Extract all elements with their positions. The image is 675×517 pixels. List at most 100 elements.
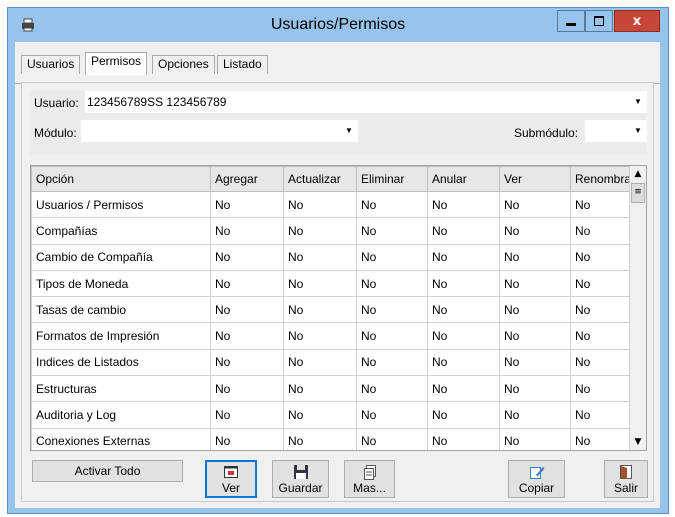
chevron-down-icon[interactable]: ▼ bbox=[342, 120, 356, 142]
cell-eliminar[interactable]: No bbox=[356, 217, 428, 245]
tab-listado[interactable]: Listado bbox=[217, 55, 268, 74]
col-header-opcion[interactable]: Opción bbox=[31, 166, 211, 192]
col-header-eliminar[interactable]: Eliminar bbox=[356, 166, 428, 192]
cell-agregar[interactable]: No bbox=[210, 217, 284, 245]
cell-opcion[interactable]: Auditoria y Log bbox=[31, 401, 211, 429]
col-header-ver[interactable]: Ver bbox=[499, 166, 571, 192]
vertical-scrollbar[interactable]: ▲ ≡ ▼ bbox=[629, 166, 646, 450]
tab-usuarios[interactable]: Usuarios bbox=[21, 55, 81, 74]
table-row[interactable]: Formatos de Impresión No No No No No No bbox=[31, 322, 640, 350]
cell-eliminar[interactable]: No bbox=[356, 296, 428, 324]
table-row[interactable]: Tasas de cambio No No No No No No bbox=[31, 296, 640, 324]
cell-agregar[interactable]: No bbox=[210, 243, 284, 271]
cell-ver[interactable]: No bbox=[499, 243, 571, 271]
cell-ver[interactable]: No bbox=[499, 322, 571, 350]
mas-button[interactable]: Mas... bbox=[344, 460, 395, 498]
cell-ver[interactable]: No bbox=[499, 217, 571, 245]
cell-ver[interactable]: No bbox=[499, 190, 571, 219]
cell-agregar[interactable]: No bbox=[210, 348, 284, 377]
cell-opcion[interactable]: Tasas de cambio bbox=[31, 296, 211, 324]
chevron-down-icon[interactable]: ▼ bbox=[631, 91, 645, 113]
tab-opciones[interactable]: Opciones bbox=[152, 55, 215, 74]
scroll-thumb[interactable]: ≡ bbox=[631, 183, 645, 203]
scroll-down-icon[interactable]: ▼ bbox=[630, 434, 646, 450]
guardar-button[interactable]: Guardar bbox=[272, 460, 329, 498]
cell-opcion[interactable]: Compañías bbox=[31, 217, 211, 245]
chevron-down-icon[interactable]: ▼ bbox=[631, 120, 645, 142]
cell-opcion[interactable]: Estructuras bbox=[31, 375, 211, 403]
minimize-button[interactable] bbox=[557, 10, 585, 32]
cell-opcion[interactable]: Formatos de Impresión bbox=[31, 322, 211, 350]
cell-eliminar[interactable]: No bbox=[356, 427, 428, 450]
cell-opcion[interactable]: Cambio de Compañía bbox=[31, 243, 211, 271]
scroll-up-icon[interactable]: ▲ bbox=[630, 166, 646, 182]
activar-todo-button[interactable]: Activar Todo bbox=[32, 460, 183, 482]
submodulo-combo[interactable]: ▼ bbox=[585, 120, 647, 142]
table-row[interactable]: Usuarios / Permisos No No No No No No bbox=[31, 190, 640, 219]
title-bar[interactable]: Usuarios/Permisos x bbox=[8, 8, 668, 42]
ver-button[interactable]: Ver bbox=[205, 460, 257, 498]
usuario-combo[interactable]: 123456789SS 123456789 ▼ bbox=[85, 91, 647, 113]
cell-ver[interactable]: No bbox=[499, 348, 571, 377]
cell-eliminar[interactable]: No bbox=[356, 401, 428, 429]
cell-agregar[interactable]: No bbox=[210, 190, 284, 219]
cell-actualizar[interactable]: No bbox=[283, 375, 357, 403]
cell-anular[interactable]: No bbox=[427, 269, 500, 298]
table-row[interactable]: Tipos de Moneda No No No No No No bbox=[31, 269, 640, 298]
cell-anular[interactable]: No bbox=[427, 375, 500, 403]
cell-eliminar[interactable]: No bbox=[356, 348, 428, 377]
cell-opcion[interactable]: Usuarios / Permisos bbox=[31, 190, 211, 219]
copiar-button[interactable]: Copiar bbox=[508, 460, 565, 498]
cell-anular[interactable]: No bbox=[427, 190, 500, 219]
cell-anular[interactable]: No bbox=[427, 296, 500, 324]
cell-actualizar[interactable]: No bbox=[283, 269, 357, 298]
cell-ver[interactable]: No bbox=[499, 375, 571, 403]
cell-ver[interactable]: No bbox=[499, 296, 571, 324]
cell-actualizar[interactable]: No bbox=[283, 190, 357, 219]
maximize-button[interactable] bbox=[585, 10, 613, 32]
cell-agregar[interactable]: No bbox=[210, 427, 284, 450]
cell-anular[interactable]: No bbox=[427, 401, 500, 429]
cell-opcion[interactable]: Tipos de Moneda bbox=[31, 269, 211, 298]
table-row[interactable]: Indices de Listados No No No No No No bbox=[31, 348, 640, 377]
cell-opcion[interactable]: Conexiones Externas bbox=[31, 427, 211, 450]
cell-eliminar[interactable]: No bbox=[356, 322, 428, 350]
col-header-anular[interactable]: Anular bbox=[427, 166, 500, 192]
cell-eliminar[interactable]: No bbox=[356, 375, 428, 403]
salir-button[interactable]: Salir bbox=[604, 460, 648, 498]
cell-anular[interactable]: No bbox=[427, 427, 500, 450]
cell-eliminar[interactable]: No bbox=[356, 243, 428, 271]
cell-actualizar[interactable]: No bbox=[283, 401, 357, 429]
cell-agregar[interactable]: No bbox=[210, 375, 284, 403]
close-button[interactable]: x bbox=[614, 10, 660, 32]
cell-eliminar[interactable]: No bbox=[356, 190, 428, 219]
cell-ver[interactable]: No bbox=[499, 427, 571, 450]
cell-actualizar[interactable]: No bbox=[283, 322, 357, 350]
modulo-combo[interactable]: ▼ bbox=[81, 120, 358, 142]
cell-anular[interactable]: No bbox=[427, 217, 500, 245]
cell-ver[interactable]: No bbox=[499, 269, 571, 298]
col-header-actualizar[interactable]: Actualizar bbox=[283, 166, 357, 192]
table-row[interactable]: Auditoria y Log No No No No No No bbox=[31, 401, 640, 429]
cell-actualizar[interactable]: No bbox=[283, 348, 357, 377]
cell-anular[interactable]: No bbox=[427, 348, 500, 377]
table-row[interactable]: Estructuras No No No No No No bbox=[31, 375, 640, 403]
cell-eliminar[interactable]: No bbox=[356, 269, 428, 298]
cell-agregar[interactable]: No bbox=[210, 401, 284, 429]
cell-agregar[interactable]: No bbox=[210, 296, 284, 324]
cell-agregar[interactable]: No bbox=[210, 269, 284, 298]
cell-ver[interactable]: No bbox=[499, 401, 571, 429]
cell-anular[interactable]: No bbox=[427, 322, 500, 350]
table-row[interactable]: Compañías No No No No No No bbox=[31, 217, 640, 245]
tab-permisos[interactable]: Permisos bbox=[85, 52, 148, 75]
cell-actualizar[interactable]: No bbox=[283, 243, 357, 271]
cell-anular[interactable]: No bbox=[427, 243, 500, 271]
permissions-grid[interactable]: Opción Agregar Actualizar Eliminar Anula… bbox=[30, 165, 647, 451]
cell-agregar[interactable]: No bbox=[210, 322, 284, 350]
col-header-agregar[interactable]: Agregar bbox=[210, 166, 284, 192]
cell-actualizar[interactable]: No bbox=[283, 296, 357, 324]
cell-actualizar[interactable]: No bbox=[283, 217, 357, 245]
cell-actualizar[interactable]: No bbox=[283, 427, 357, 450]
cell-opcion[interactable]: Indices de Listados bbox=[31, 348, 211, 377]
table-row[interactable]: Conexiones Externas No No No No No No bbox=[31, 427, 640, 450]
